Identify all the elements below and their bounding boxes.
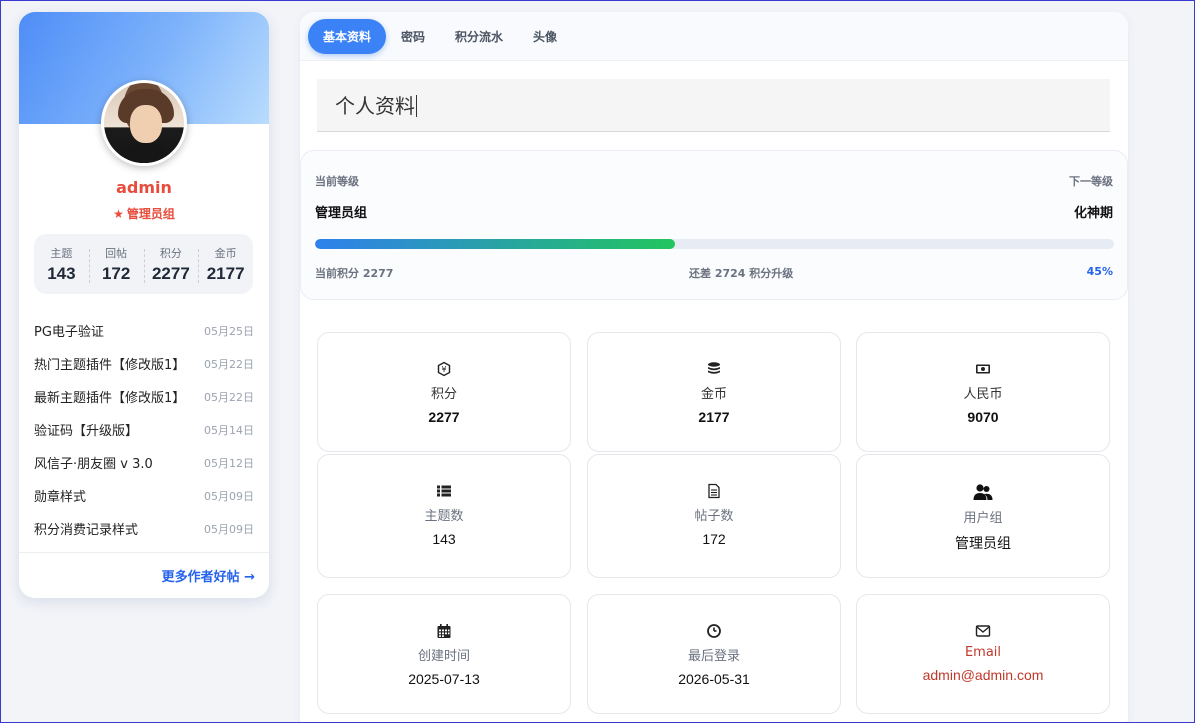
info-card-rmb: 人民币 9070	[856, 332, 1110, 452]
info-card-email: Email admin@admin.com	[856, 594, 1110, 714]
list-item[interactable]: 热门主题插件【修改版1】 05月22日	[34, 347, 254, 380]
post-title[interactable]: 积分消费记录样式	[34, 519, 138, 538]
info-value: 2025-07-13	[408, 671, 480, 687]
stat-value: 143	[47, 263, 76, 283]
profile-group: ★ 管理员组	[19, 205, 269, 222]
list-icon	[437, 485, 451, 497]
email-link[interactable]: admin@admin.com	[857, 667, 1109, 683]
info-value: 2026-05-31	[678, 671, 750, 687]
current-level-label: 当前等级	[315, 175, 359, 188]
points-icon: ¥	[437, 361, 451, 377]
tab-points-history[interactable]: 积分流水	[440, 19, 518, 54]
tab-password[interactable]: 密码	[386, 19, 440, 54]
stat-value: 2177	[206, 263, 245, 283]
stat-value: 172	[101, 263, 131, 283]
tab-avatar[interactable]: 头像	[518, 19, 572, 54]
avatar[interactable]	[101, 80, 187, 166]
more-posts-link[interactable]: 更多作者好帖 →	[162, 566, 255, 585]
stat-label: 积分	[159, 246, 182, 260]
post-date: 05月22日	[204, 357, 254, 371]
section-title-box[interactable]: 个人资料	[317, 79, 1110, 132]
progress-percent-text: 45%	[1086, 265, 1113, 278]
stat-replies: 回帖 172	[88, 245, 144, 284]
list-item[interactable]: 风信子·朋友圈 v 3.0 05月12日	[34, 446, 254, 479]
document-icon	[708, 483, 720, 499]
post-date: 05月09日	[204, 489, 254, 503]
list-item[interactable]: 积分消费记录样式 05月09日	[34, 512, 254, 545]
info-label: 最后登录	[687, 649, 740, 664]
current-level-value: 管理员组	[315, 206, 368, 221]
svg-text:¥: ¥	[441, 365, 446, 374]
info-card-posts: 帖子数 172	[587, 454, 841, 578]
profile-stats: 主题 143 回帖 172 积分 2277 金币 2177	[34, 234, 253, 294]
info-value: 172	[702, 531, 726, 547]
info-value: 2177	[698, 409, 730, 425]
post-title[interactable]: 风信子·朋友圈 v 3.0	[34, 453, 153, 472]
remaining-points-text: 还差 2724 积分升级	[689, 267, 794, 280]
post-title[interactable]: PG电子验证	[34, 321, 104, 340]
info-card-usergroup: 用户组 管理员组	[856, 454, 1110, 578]
info-label: 用户组	[963, 511, 1003, 526]
profile-group-label: 管理员组	[126, 207, 175, 221]
info-card-coins: 金币 2177	[587, 332, 841, 452]
info-label: 帖子数	[694, 509, 734, 524]
users-icon	[973, 484, 993, 500]
level-progress-bar	[315, 239, 1114, 249]
info-label: 积分	[430, 387, 457, 402]
envelope-icon	[975, 625, 991, 637]
list-item[interactable]: 最新主题插件【修改版1】 05月22日	[34, 380, 254, 413]
post-title[interactable]: 验证码【升级版】	[34, 420, 138, 439]
current-points-text: 当前积分 2277	[315, 267, 394, 280]
list-item[interactable]: PG电子验证 05月25日	[34, 314, 254, 347]
tabs-bar: 基本资料 密码 积分流水 头像	[300, 12, 1128, 61]
post-date: 05月14日	[204, 423, 254, 437]
info-card-points: ¥ 积分 2277	[317, 332, 571, 452]
profile-name[interactable]: admin	[19, 178, 269, 197]
info-label: Email	[964, 645, 1002, 660]
tab-basic-info[interactable]: 基本资料	[308, 18, 387, 54]
info-value: 9070	[967, 409, 999, 425]
post-title[interactable]: 热门主题插件【修改版1】	[34, 354, 185, 373]
text-caret	[416, 95, 417, 117]
stat-coins: 金币 2177	[198, 245, 253, 284]
next-level-label: 下一等级	[1069, 175, 1113, 188]
info-label: 创建时间	[417, 649, 470, 664]
info-card-lastlogin: 最后登录 2026-05-31	[587, 594, 841, 714]
post-date: 05月09日	[204, 522, 254, 536]
star-icon: ★	[113, 207, 124, 221]
info-card-created: 创建时间 2025-07-13	[317, 594, 571, 714]
info-card-topics: 主题数 143	[317, 454, 571, 578]
info-value: 143	[432, 531, 456, 547]
stat-label: 主题	[50, 246, 73, 260]
money-icon	[976, 364, 990, 374]
post-date: 05月12日	[204, 456, 254, 470]
stat-value: 2277	[151, 263, 190, 283]
level-card: 当前等级 下一等级 管理员组 化神期 当前积分 2277 还差 2724 积分升…	[300, 150, 1128, 300]
coins-icon	[708, 362, 720, 374]
info-value: 管理员组	[955, 535, 1011, 551]
list-item[interactable]: 验证码【升级版】 05月14日	[34, 413, 254, 446]
post-date: 05月25日	[204, 324, 254, 338]
stat-label: 回帖	[105, 246, 128, 260]
stat-topics: 主题 143	[34, 245, 89, 284]
info-label: 金币	[700, 387, 727, 402]
list-item[interactable]: 勋章样式 05月09日	[34, 479, 254, 512]
info-value: 2277	[428, 409, 460, 425]
author-posts-list: PG电子验证 05月25日 热门主题插件【修改版1】 05月22日 最新主题插件【修…	[34, 314, 254, 545]
divider	[19, 552, 269, 553]
info-label: 主题数	[424, 509, 464, 524]
level-progress-fill	[315, 239, 675, 249]
next-level-value: 化神期	[1073, 206, 1113, 221]
info-label: 人民币	[963, 387, 1003, 402]
clock-icon	[707, 624, 721, 638]
stat-points: 积分 2277	[143, 245, 199, 284]
section-title: 个人资料	[335, 94, 417, 118]
post-title[interactable]: 最新主题插件【修改版1】	[34, 387, 185, 406]
stat-label: 金币	[214, 246, 237, 260]
main-panel: 基本资料 密码 积分流水 头像 个人资料 当前等级 下一等级 管理员组 化神期 …	[300, 12, 1128, 723]
post-title[interactable]: 勋章样式	[34, 486, 86, 505]
calendar-icon	[437, 624, 451, 638]
post-date: 05月22日	[204, 390, 254, 404]
profile-card: admin ★ 管理员组 主题 143 回帖 172 积分 2277 金币 217…	[19, 12, 269, 598]
